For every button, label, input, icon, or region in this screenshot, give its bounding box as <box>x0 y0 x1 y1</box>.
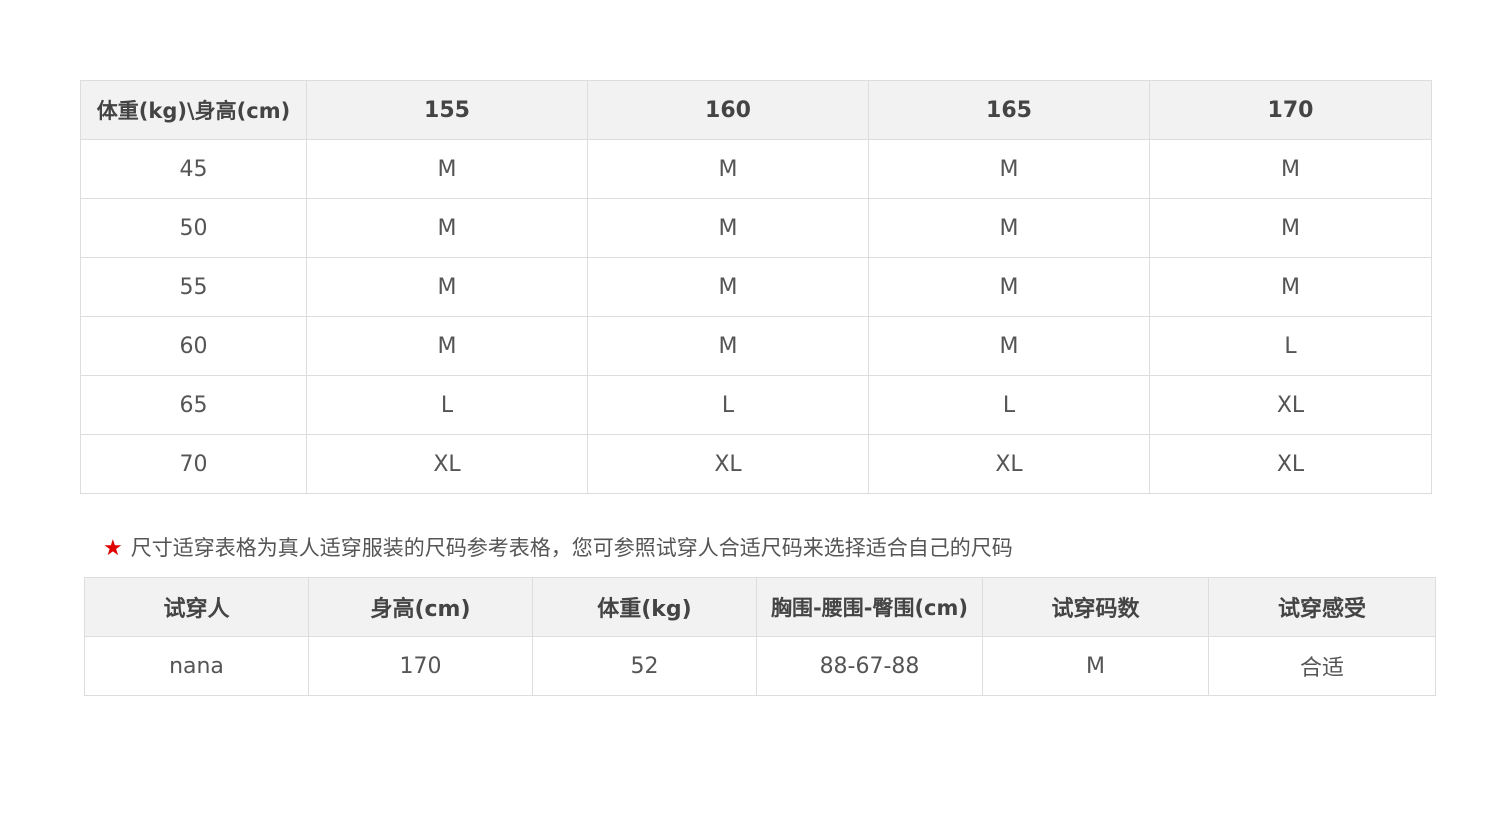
size-chart-table: 体重(kg)\身高(cm) 155 160 165 170 45 M M M M… <box>80 80 1432 494</box>
weight-cell: 45 <box>80 139 307 199</box>
height-header-155: 155 <box>306 80 588 140</box>
table-row: 65 L L L XL <box>80 375 1432 435</box>
size-cell: M <box>1149 198 1432 258</box>
weight-cell: 65 <box>80 375 307 435</box>
size-reference-note: ★ 尺寸适穿表格为真人适穿服装的尺码参考表格，您可参照试穿人合适尺码来选择适合自己… <box>103 532 1013 564</box>
size-reference-note-text: 尺寸适穿表格为真人适穿服装的尺码参考表格，您可参照试穿人合适尺码来选择适合自己的… <box>130 536 1013 560</box>
height-header-160: 160 <box>587 80 869 140</box>
size-cell: L <box>306 375 588 435</box>
size-cell: L <box>587 375 869 435</box>
weight-height-corner-header: 体重(kg)\身高(cm) <box>80 80 307 140</box>
tryon-measurements-cell: 88-67-88 <box>756 636 983 696</box>
size-cell: XL <box>587 434 869 494</box>
tryon-header-size: 试穿码数 <box>982 577 1209 637</box>
tryon-header-weight: 体重(kg) <box>532 577 757 637</box>
tryon-header-height: 身高(cm) <box>308 577 533 637</box>
tryon-header-measurements: 胸围-腰围-臀围(cm) <box>756 577 983 637</box>
size-cell: XL <box>306 434 588 494</box>
size-cell: M <box>868 139 1150 199</box>
size-cell: XL <box>868 434 1150 494</box>
tryon-header-model: 试穿人 <box>84 577 309 637</box>
table-row: 70 XL XL XL XL <box>80 434 1432 494</box>
tryon-model-cell: nana <box>84 636 309 696</box>
weight-cell: 70 <box>80 434 307 494</box>
tryon-header-feedback: 试穿感受 <box>1208 577 1436 637</box>
weight-cell: 60 <box>80 316 307 376</box>
size-cell: XL <box>1149 434 1432 494</box>
size-cell: M <box>1149 139 1432 199</box>
size-cell: L <box>1149 316 1432 376</box>
size-cell: M <box>868 316 1150 376</box>
height-header-170: 170 <box>1149 80 1432 140</box>
tryon-weight-cell: 52 <box>532 636 757 696</box>
size-cell: M <box>1149 257 1432 317</box>
table-row: 45 M M M M <box>80 139 1432 199</box>
tryon-size-cell: M <box>982 636 1209 696</box>
table-row: 55 M M M M <box>80 257 1432 317</box>
tryon-table: 试穿人 身高(cm) 体重(kg) 胸围-腰围-臀围(cm) 试穿码数 试穿感受… <box>84 577 1436 696</box>
tryon-feedback-cell: 合适 <box>1208 636 1436 696</box>
size-cell: M <box>868 198 1150 258</box>
size-cell: M <box>587 198 869 258</box>
table-row: nana 170 52 88-67-88 M 合适 <box>84 636 1436 696</box>
weight-cell: 50 <box>80 198 307 258</box>
tryon-height-cell: 170 <box>308 636 533 696</box>
size-cell: M <box>306 316 588 376</box>
size-cell: L <box>868 375 1150 435</box>
size-cell: M <box>587 139 869 199</box>
tryon-header-row: 试穿人 身高(cm) 体重(kg) 胸围-腰围-臀围(cm) 试穿码数 试穿感受 <box>84 577 1436 637</box>
table-row: 60 M M M L <box>80 316 1432 376</box>
size-cell: M <box>306 139 588 199</box>
weight-cell: 55 <box>80 257 307 317</box>
size-cell: XL <box>1149 375 1432 435</box>
table-row: 50 M M M M <box>80 198 1432 258</box>
size-cell: M <box>306 257 588 317</box>
size-chart-header-row: 体重(kg)\身高(cm) 155 160 165 170 <box>80 80 1432 140</box>
height-header-165: 165 <box>868 80 1150 140</box>
size-cell: M <box>868 257 1150 317</box>
size-cell: M <box>587 257 869 317</box>
size-cell: M <box>306 198 588 258</box>
size-cell: M <box>587 316 869 376</box>
star-icon: ★ <box>103 536 123 561</box>
